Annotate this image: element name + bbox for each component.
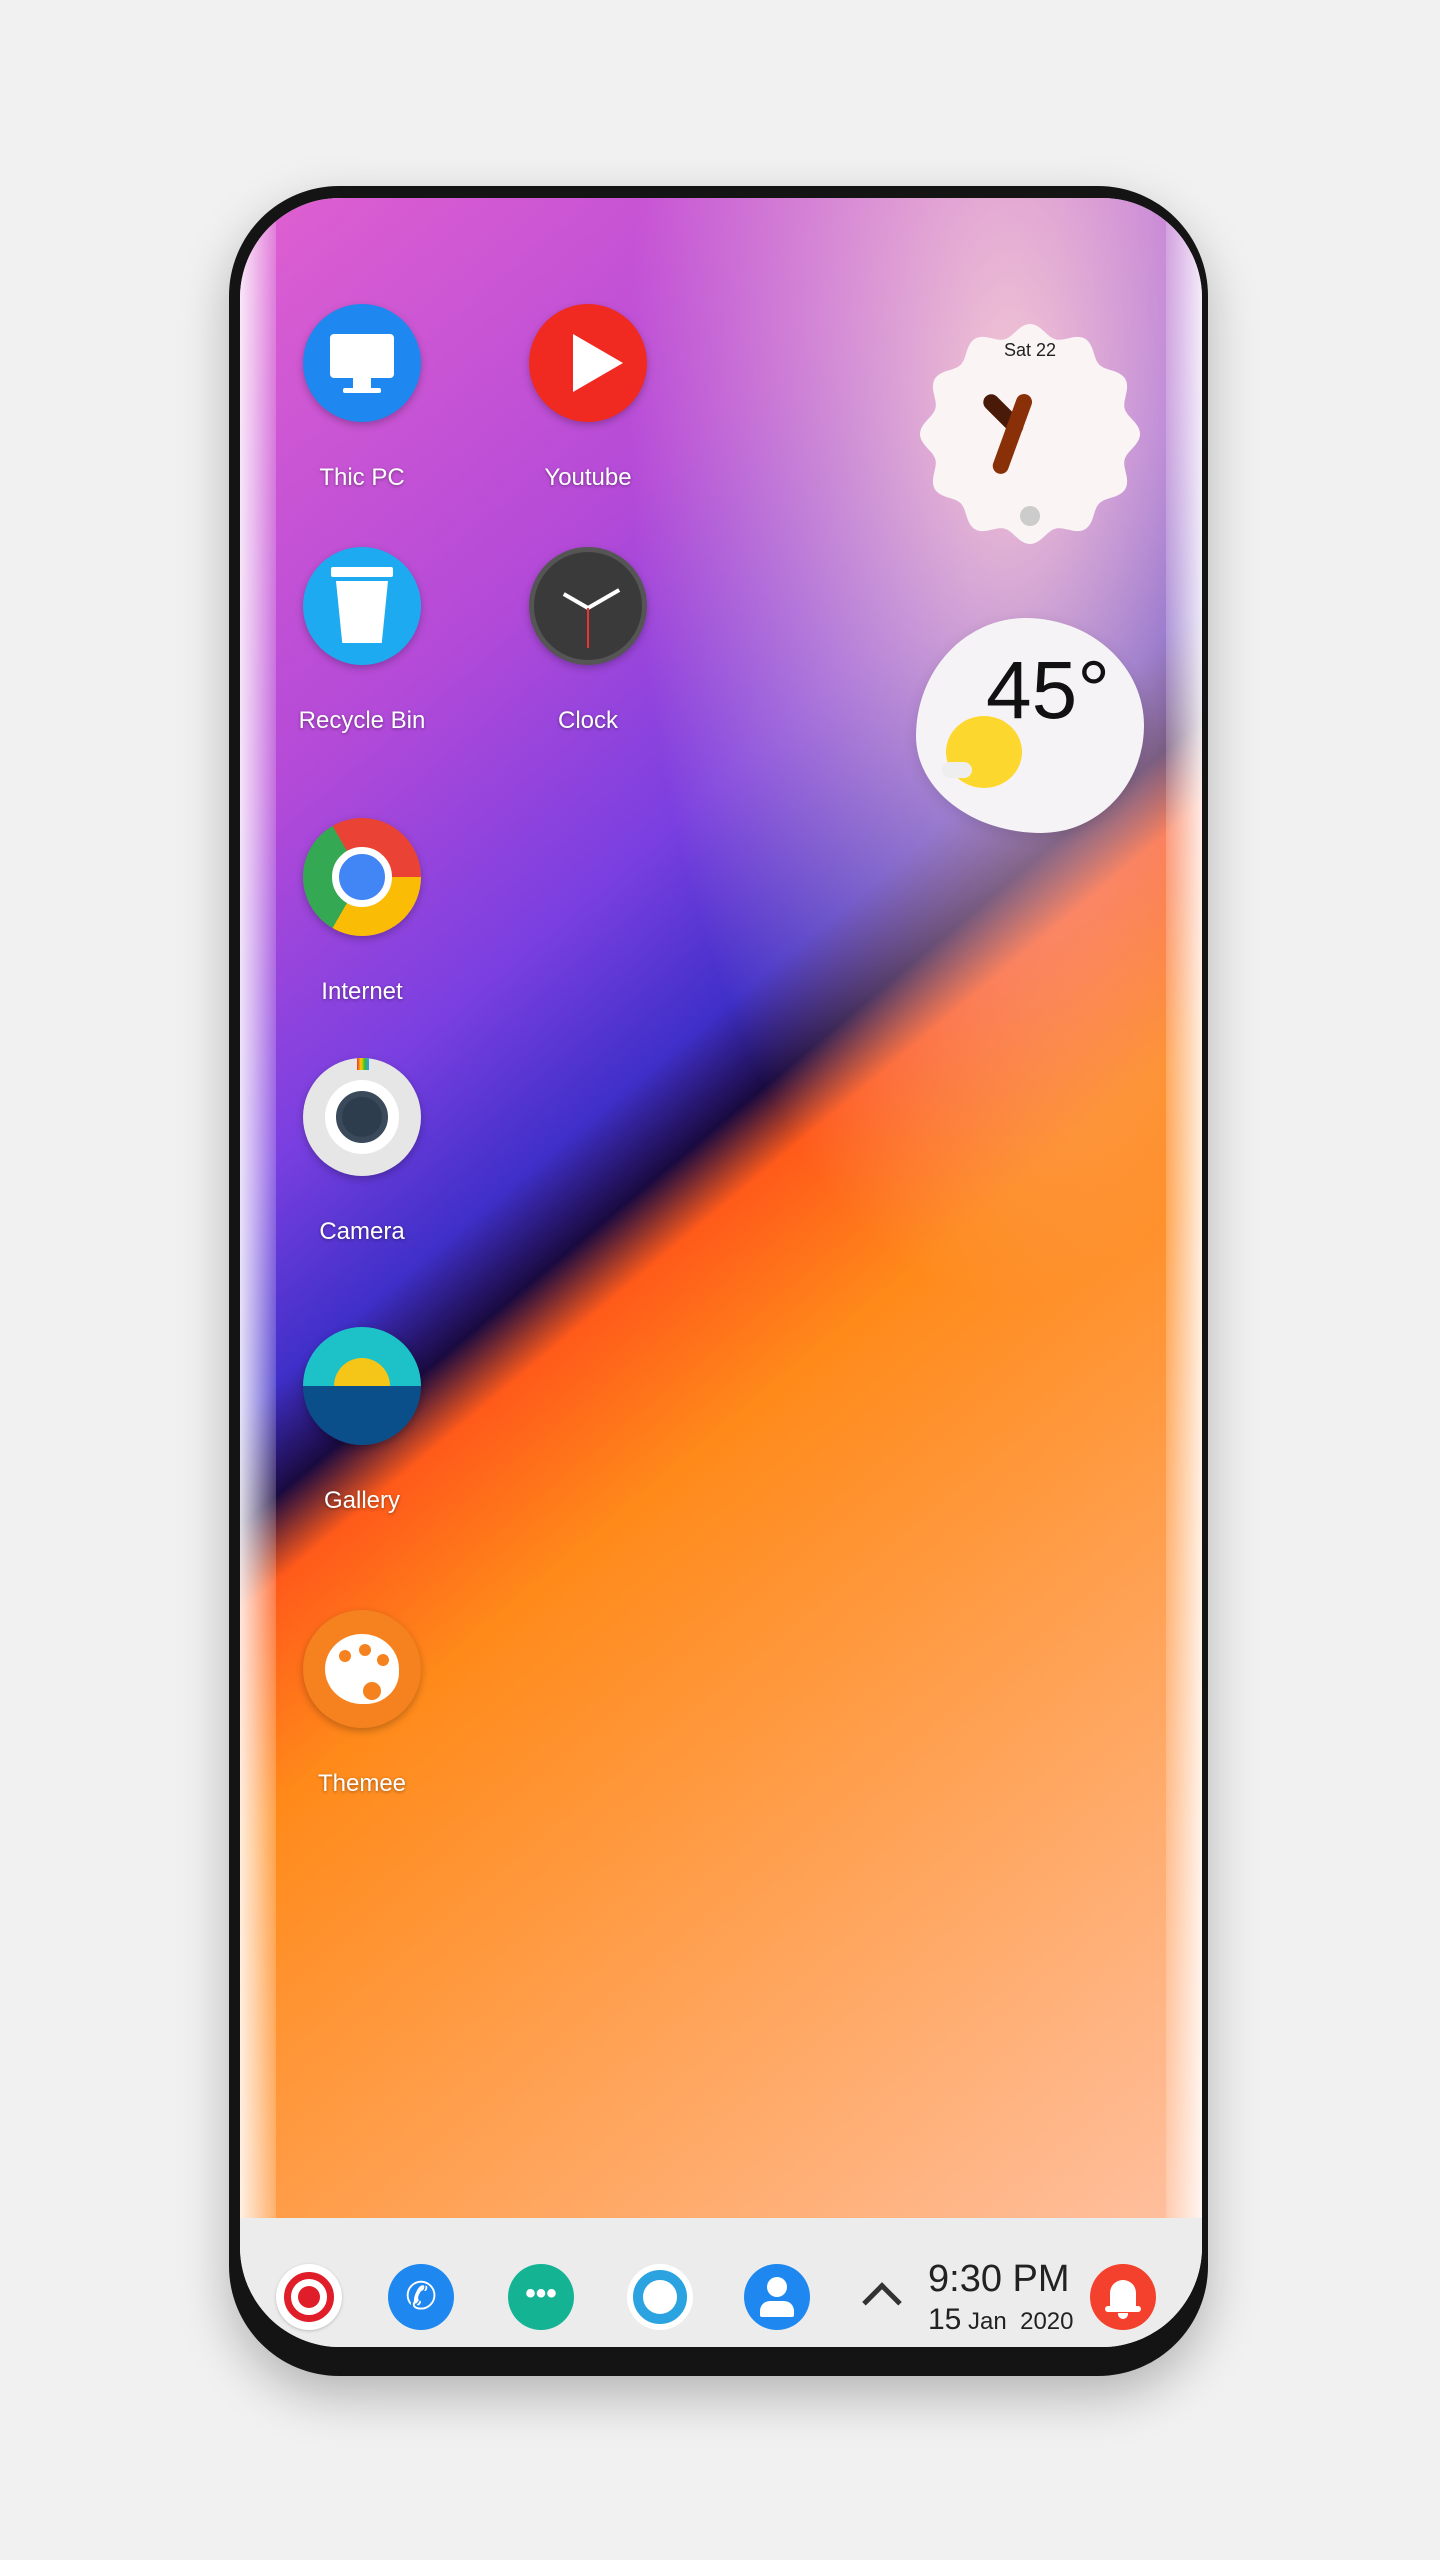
date-day: 15 — [928, 2303, 962, 2336]
system-clock[interactable]: 9:30 PM 15 Jan 2020 — [928, 2258, 1073, 2337]
clock-date: Sat 22 — [1003, 340, 1057, 360]
gallery-icon — [303, 1327, 421, 1445]
app-camera[interactable]: Camera — [262, 1058, 462, 1246]
app-clock[interactable]: Clock — [488, 547, 688, 735]
start-icon[interactable] — [276, 2264, 342, 2330]
monitor-icon — [303, 304, 421, 422]
clock-widget[interactable]: Sat 22 — [916, 320, 1144, 548]
app-this-pc[interactable]: Thic PC — [262, 304, 462, 492]
app-recycle-bin[interactable]: Recycle Bin — [262, 547, 462, 735]
app-label: Gallery — [323, 1487, 401, 1514]
messages-icon[interactable]: ••• — [508, 2264, 574, 2330]
date-month: Jan — [968, 2308, 1007, 2335]
app-label: Themee — [317, 1770, 407, 1797]
taskbar: ✆ ••• 9:30 PM 15 Jan 2020 — [240, 2218, 1202, 2347]
date-year: 2020 — [1020, 2308, 1074, 2335]
contacts-icon[interactable] — [744, 2264, 810, 2330]
second-dot — [1020, 506, 1040, 526]
time-text: 9:30 PM — [928, 2258, 1070, 2300]
app-label: Internet — [321, 978, 403, 1005]
trash-icon — [303, 547, 421, 665]
app-label: Camera — [319, 1218, 405, 1245]
screen-edge-right — [1166, 198, 1202, 2218]
clock-icon — [529, 547, 647, 665]
cortana-icon[interactable] — [627, 2264, 693, 2330]
sun-cloud-icon — [942, 716, 1022, 788]
phone-icon[interactable]: ✆ — [388, 2264, 454, 2330]
app-internet[interactable]: Internet — [262, 818, 462, 1006]
chevron-up-icon[interactable] — [862, 2282, 902, 2322]
play-icon — [529, 304, 647, 422]
app-label: Recycle Bin — [298, 707, 426, 734]
app-label: Youtube — [544, 464, 632, 491]
home-screen: Thic PC Youtube Recycle Bin Clock Intern… — [240, 198, 1202, 2347]
app-label: Thic PC — [319, 464, 405, 491]
weather-widget[interactable]: 45° — [916, 618, 1144, 833]
date-text: 15 Jan 2020 — [928, 2303, 1073, 2337]
app-label: Clock — [557, 707, 618, 734]
chrome-icon — [303, 818, 421, 936]
bell-icon[interactable] — [1090, 2264, 1156, 2330]
app-gallery[interactable]: Gallery — [262, 1327, 462, 1515]
palette-icon — [303, 1610, 421, 1728]
app-youtube[interactable]: Youtube — [488, 304, 688, 492]
camera-icon — [303, 1058, 421, 1176]
app-themee[interactable]: Themee — [262, 1610, 462, 1798]
